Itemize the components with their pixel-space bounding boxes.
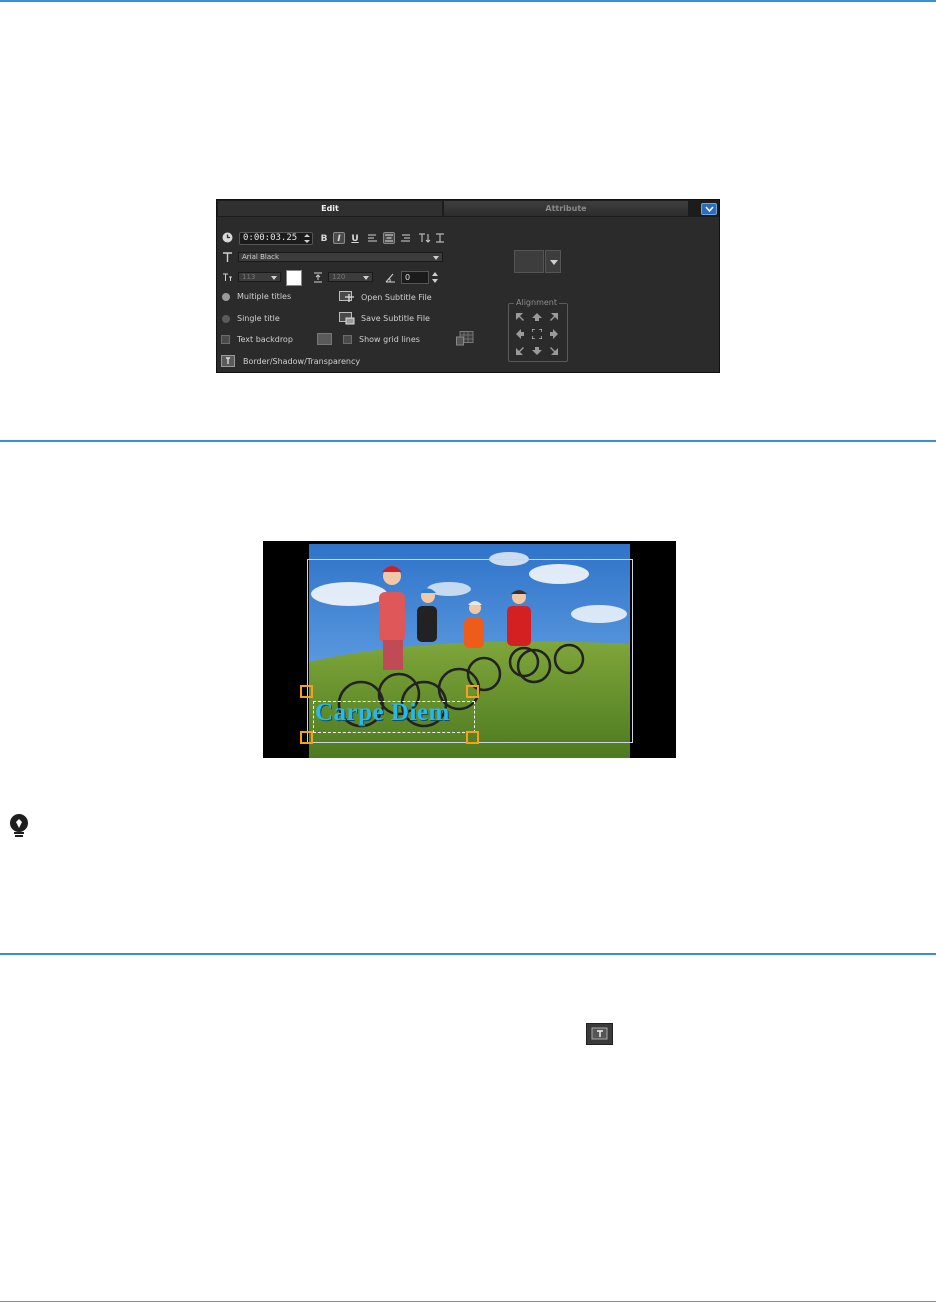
open-subtitle-label[interactable]: Open Subtitle File xyxy=(361,293,432,302)
single-title-radio[interactable] xyxy=(222,315,230,323)
backdrop-settings-icon[interactable] xyxy=(317,333,332,345)
show-grid-lines-label: Show grid lines xyxy=(359,335,420,344)
font-size-value: 113 xyxy=(242,273,256,281)
font-dropdown[interactable]: Arial Black xyxy=(238,252,443,262)
resize-handle-top-left[interactable] xyxy=(300,685,313,698)
rotation-spinner-icon[interactable] xyxy=(431,271,439,284)
font-size-dropdown[interactable]: 113 xyxy=(238,272,281,282)
align-top-left-icon[interactable] xyxy=(515,312,525,322)
line-spacing-icon xyxy=(314,272,322,283)
line-spacing-value: 120 xyxy=(332,273,346,281)
align-top-center-icon[interactable] xyxy=(532,312,542,322)
preview-window: Carpe Diem xyxy=(263,541,676,758)
clock-icon xyxy=(222,232,233,243)
align-bottom-center-icon[interactable] xyxy=(532,346,542,356)
chevron-down-icon xyxy=(433,256,439,260)
rotation-field[interactable]: 0 xyxy=(401,271,429,284)
border-shadow-label[interactable]: Border/Shadow/Transparency xyxy=(243,357,360,366)
font-name: Arial Black xyxy=(242,253,280,261)
section-rule-2 xyxy=(0,953,936,955)
title-effect-icon xyxy=(591,1027,608,1040)
align-bottom-left-icon[interactable] xyxy=(515,346,525,356)
font-icon xyxy=(223,252,232,262)
tab-edit[interactable]: Edit xyxy=(218,201,442,216)
duration-timecode-field[interactable]: 0:00:03.25 xyxy=(239,232,313,245)
font-size-icon xyxy=(223,273,232,281)
chevron-down-icon xyxy=(363,276,369,280)
save-subtitle-label[interactable]: Save Subtitle File xyxy=(361,314,430,323)
line-spacing-dropdown[interactable]: 120 xyxy=(328,272,373,282)
align-middle-left-icon[interactable] xyxy=(515,329,525,339)
vertical-text-icon[interactable] xyxy=(419,233,431,243)
background-color-dropdown[interactable] xyxy=(545,250,561,273)
grid-settings-icon[interactable] xyxy=(456,331,474,346)
title-text[interactable]: Carpe Diem xyxy=(315,699,450,727)
background-color-box[interactable] xyxy=(514,250,544,273)
flip-text-icon[interactable] xyxy=(435,233,445,243)
tab-bar: Edit Attribute xyxy=(217,200,719,217)
italic-button[interactable]: I xyxy=(333,232,345,244)
show-grid-lines-checkbox[interactable] xyxy=(343,335,352,344)
collapse-chevron-icon[interactable] xyxy=(701,203,717,215)
chevron-down-icon xyxy=(271,276,277,280)
align-middle-right-icon[interactable] xyxy=(549,329,559,339)
multiple-titles-label: Multiple titles xyxy=(237,292,292,301)
title-options-panel: Edit Attribute 0:00:03.25 B I U Arial Bl… xyxy=(216,199,720,373)
underline-button[interactable]: U xyxy=(349,233,361,245)
section-rule-1 xyxy=(0,440,936,442)
resize-handle-bottom-left[interactable] xyxy=(300,731,313,744)
align-center-icon[interactable] xyxy=(532,329,542,339)
align-top-right-icon[interactable] xyxy=(549,312,559,322)
tab-attribute[interactable]: Attribute xyxy=(444,201,688,216)
save-subtitle-icon[interactable] xyxy=(339,312,355,325)
multiple-titles-radio[interactable] xyxy=(222,293,230,301)
bold-button[interactable]: B xyxy=(318,233,330,245)
top-rule xyxy=(0,0,936,2)
border-shadow-transparency-icon xyxy=(586,1023,613,1045)
align-center-button[interactable] xyxy=(383,232,395,244)
rotate-handle-top-right[interactable] xyxy=(466,685,479,698)
alignment-title: Alignment xyxy=(514,298,559,307)
align-right-icon[interactable] xyxy=(400,234,410,243)
align-bottom-right-icon[interactable] xyxy=(549,346,559,356)
font-color-swatch[interactable] xyxy=(286,270,302,286)
align-left-icon[interactable] xyxy=(368,234,378,243)
chevron-down-icon xyxy=(550,260,558,265)
text-backdrop-label: Text backdrop xyxy=(237,335,293,344)
resize-handle-bottom-right[interactable] xyxy=(466,731,479,744)
footer-rule xyxy=(0,1301,936,1302)
rotation-angle-icon xyxy=(385,273,395,283)
timecode-spinner-icon[interactable] xyxy=(303,233,311,244)
align-center-icon xyxy=(385,234,393,242)
border-shadow-icon[interactable] xyxy=(221,355,235,367)
text-backdrop-checkbox[interactable] xyxy=(221,335,230,344)
single-title-label: Single title xyxy=(237,314,280,323)
open-subtitle-icon[interactable] xyxy=(339,291,355,303)
lightbulb-tip-icon xyxy=(10,814,28,837)
